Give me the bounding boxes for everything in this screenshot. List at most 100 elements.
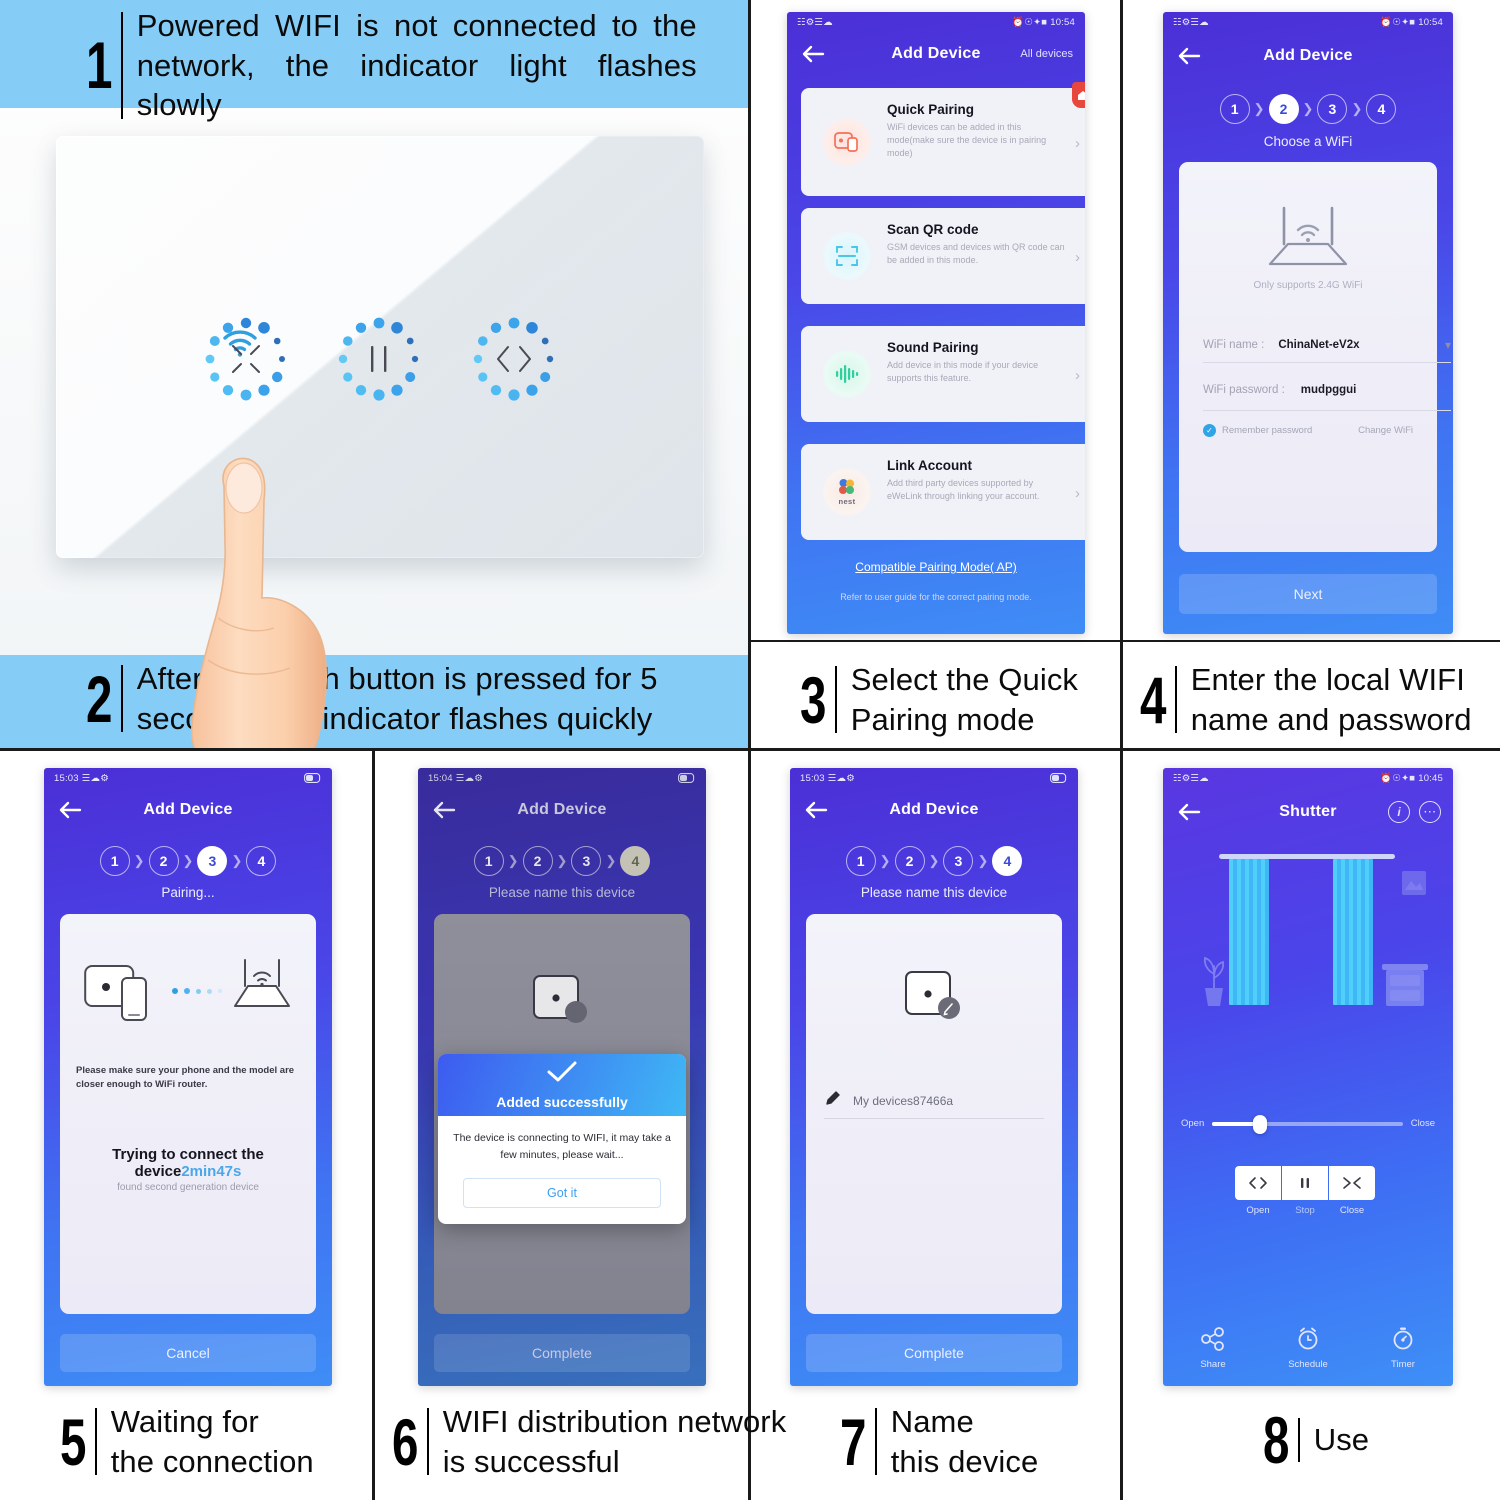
chevron-icon: ❯ bbox=[977, 853, 989, 868]
sound-wave-icon bbox=[823, 350, 871, 398]
caption-1: 1 Powered WIFI is not connected to the n… bbox=[0, 0, 748, 125]
step-indicator: 1 ❯ 2 ❯ 3 ❯ 4 bbox=[44, 846, 332, 876]
step-circle-4[interactable]: 4 bbox=[246, 846, 277, 876]
substep-label: Please name this device bbox=[860, 885, 1008, 900]
slider-track[interactable] bbox=[1212, 1114, 1403, 1134]
mode-card-sound-pairing[interactable]: Sound Pairing Add device in this mode if… bbox=[801, 326, 1085, 422]
step-number-8: 8 bbox=[1263, 1403, 1289, 1477]
pairing-footnote: Refer to user guide for the correct pair… bbox=[840, 592, 1032, 602]
mode-card-link-account[interactable]: nest Link Account Add third party device… bbox=[801, 444, 1085, 540]
caption-cell-3: 3 Select the Quick Pairing mode bbox=[800, 660, 1078, 739]
step-number-6: 6 bbox=[392, 1404, 418, 1479]
status-icons: ☰☁⚙ bbox=[827, 772, 855, 784]
complete-button-label: Complete bbox=[532, 1345, 592, 1361]
back-icon[interactable] bbox=[58, 800, 82, 820]
mode-title: Quick Pairing bbox=[887, 102, 975, 117]
shutter-slider[interactable]: Open Close bbox=[1181, 1114, 1435, 1134]
touch-button-open[interactable] bbox=[468, 313, 560, 405]
stop-button[interactable] bbox=[1282, 1166, 1328, 1200]
complete-button[interactable]: Complete bbox=[806, 1334, 1062, 1372]
dialog-header: Added successfully bbox=[438, 1054, 686, 1116]
step-number-2: 2 bbox=[86, 661, 112, 736]
curtain-right bbox=[1333, 859, 1373, 1005]
status-time: 10:54 bbox=[1050, 16, 1075, 28]
device-name-field[interactable]: My devices87466a bbox=[824, 1090, 953, 1112]
plant-icon bbox=[1197, 948, 1231, 1013]
divider-vertical-b3 bbox=[1120, 751, 1123, 1500]
back-icon[interactable] bbox=[432, 800, 456, 820]
step-circle-1[interactable]: 1 bbox=[845, 846, 876, 876]
remember-checkbox[interactable]: ✓ bbox=[1203, 424, 1216, 437]
nav-bar: Add Device bbox=[44, 790, 332, 830]
step-circle-3[interactable]: 3 bbox=[1317, 94, 1348, 124]
close-button[interactable] bbox=[1329, 1166, 1375, 1200]
touch-button-close[interactable] bbox=[200, 313, 292, 405]
status-right: ⏰☉✦■ 10:54 bbox=[1380, 17, 1443, 28]
step-indicator: 1 ❯ 2 ❯ 3 ❯ 4 bbox=[1163, 94, 1453, 124]
caption-rule bbox=[1297, 1418, 1300, 1463]
shutter-controls: Open Stop Close bbox=[1235, 1166, 1375, 1216]
stop-button-label: Stop bbox=[1295, 1205, 1315, 1216]
wifi-password-label: WiFi password : bbox=[1203, 384, 1285, 396]
change-wifi-link[interactable]: Change WiFi bbox=[1358, 425, 1413, 436]
got-it-button[interactable]: Got it bbox=[463, 1177, 661, 1208]
schedule-label: Schedule bbox=[1288, 1359, 1328, 1370]
step-circle-3[interactable]: 3 bbox=[197, 846, 228, 876]
caption-cell-6: 6 WIFI distribution network is successfu… bbox=[392, 1402, 786, 1481]
step-circle-2[interactable]: 2 bbox=[148, 846, 179, 876]
complete-button[interactable]: Complete bbox=[434, 1334, 690, 1372]
chevron-icon: ❯ bbox=[1302, 101, 1314, 116]
step-circle-3[interactable]: 3 bbox=[943, 846, 974, 876]
chevron-down-icon[interactable]: ▾ bbox=[1445, 338, 1451, 352]
pause-icon bbox=[1301, 1178, 1309, 1188]
status-bar: ☷⚙☰☁ ⏰☉✦■ 10:45 bbox=[1163, 768, 1453, 788]
mode-card-scan-qr[interactable]: Scan QR code GSM devices and devices wit… bbox=[801, 208, 1085, 304]
nav-bar: Add Device bbox=[790, 790, 1078, 830]
step-circle-4[interactable]: 4 bbox=[1366, 94, 1397, 124]
back-icon[interactable] bbox=[1177, 46, 1201, 66]
caption-line-2: this device bbox=[890, 1443, 1039, 1479]
schedule-action[interactable]: Schedule bbox=[1268, 1325, 1348, 1370]
mode-desc: GSM devices and devices with QR code can… bbox=[887, 242, 1065, 266]
more-icon[interactable]: ⋯ bbox=[1419, 801, 1441, 823]
wifi-password-row[interactable]: WiFi password : mudpggui bbox=[1203, 384, 1451, 396]
cancel-button[interactable]: Cancel bbox=[60, 1334, 316, 1372]
step-circle-1[interactable]: 1 bbox=[1219, 94, 1250, 124]
slider-thumb[interactable] bbox=[1252, 1114, 1267, 1134]
caption-cell-8: 8 Use bbox=[1263, 1403, 1369, 1477]
caption-text-6: WIFI distribution network is successful bbox=[443, 1402, 787, 1481]
timer-action[interactable]: Timer bbox=[1363, 1325, 1443, 1370]
info-icon[interactable]: i bbox=[1388, 801, 1410, 823]
caption-line-1: Enter the local WIFI bbox=[1190, 662, 1465, 697]
status-icons: ⏰☉✦■ bbox=[1012, 16, 1048, 28]
open-button[interactable] bbox=[1235, 1166, 1281, 1200]
chevron-right-icon: › bbox=[1075, 367, 1080, 384]
status-time: 15:03 bbox=[800, 772, 825, 784]
step-circle-4[interactable]: 4 bbox=[992, 846, 1023, 876]
share-action[interactable]: Share bbox=[1173, 1327, 1253, 1370]
next-button[interactable]: Next bbox=[1179, 574, 1437, 614]
touch-button-stop[interactable] bbox=[333, 313, 425, 405]
divider-vertical-mid bbox=[748, 0, 751, 748]
back-icon[interactable] bbox=[801, 44, 825, 64]
compatible-pairing-link[interactable]: Compatible Pairing Mode( AP) bbox=[787, 560, 1085, 574]
caption-line-2: is successful bbox=[442, 1443, 620, 1479]
caption-5: 5 Waiting for the connection bbox=[60, 1402, 314, 1481]
step-circle-2[interactable]: 2 bbox=[894, 846, 925, 876]
back-icon[interactable] bbox=[1177, 802, 1201, 822]
step-circle-1[interactable]: 1 bbox=[99, 846, 130, 876]
share-label: Share bbox=[1200, 1359, 1226, 1370]
caption-6: 6 WIFI distribution network is successfu… bbox=[392, 1402, 786, 1481]
status-left: 15:03 ☰☁⚙ bbox=[54, 773, 109, 784]
all-devices-link[interactable]: All devices bbox=[1020, 48, 1073, 60]
wifi-password-value: mudpggui bbox=[1300, 384, 1357, 396]
caption-3: 3 Select the Quick Pairing mode bbox=[800, 660, 1078, 739]
caption-line-2: name and password bbox=[1190, 701, 1472, 737]
wifi-name-row[interactable]: WiFi name : ChinaNet-eV2x ▾ bbox=[1203, 338, 1451, 352]
back-icon[interactable] bbox=[804, 800, 828, 820]
step-circle-2[interactable]: 2 bbox=[1268, 94, 1299, 124]
nav-bar: Add Device bbox=[1163, 36, 1453, 76]
status-right: ⏰☉✦■ 10:45 bbox=[1380, 773, 1443, 784]
status-left-icons: ☷⚙☰☁ bbox=[1173, 16, 1209, 28]
mode-card-quick-pairing[interactable]: Quick Pairing WiFi devices can be added … bbox=[801, 82, 1085, 196]
